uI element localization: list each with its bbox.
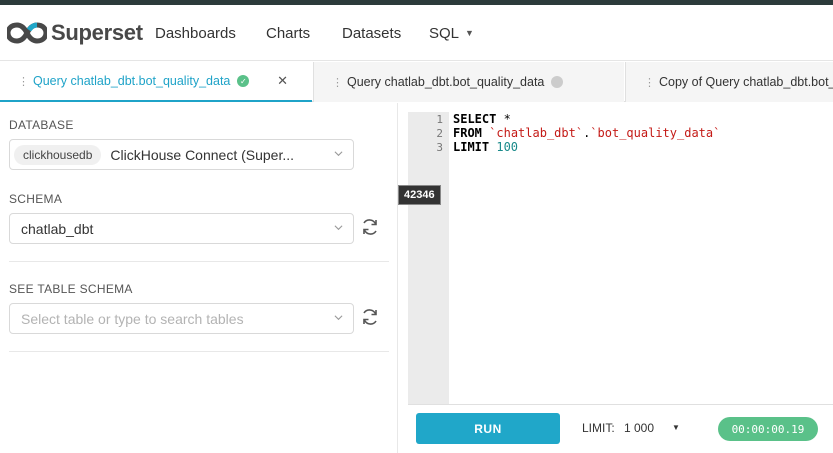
schema-value: chatlab_dbt <box>21 220 94 237</box>
refresh-schema-icon[interactable] <box>360 217 380 237</box>
tab-label: Query chatlab_dbt.bot_quality_data <box>33 74 231 88</box>
line-number: 1 <box>436 113 443 126</box>
sql-editor[interactable]: 1 2 3 SELECT * FROM `chatlab_dbt`.`bot_q… <box>408 112 833 404</box>
tab-query-3[interactable]: ⋮ Copy of Query chatlab_dbt.bot_quality_… <box>625 62 833 102</box>
close-icon[interactable]: ✕ <box>277 73 288 89</box>
schema-select[interactable]: chatlab_dbt <box>9 213 354 244</box>
table-select[interactable]: Select table or type to search tables <box>9 303 354 334</box>
query-tabs: ⋮ Query chatlab_dbt.bot_quality_data ✓ ✕… <box>0 62 833 102</box>
table-placeholder: Select table or type to search tables <box>21 310 244 327</box>
sql-number: 100 <box>496 140 519 154</box>
code-line: FROM `chatlab_dbt`.`bot_quality_data` <box>453 126 720 140</box>
sql-keyword: LIMIT <box>453 140 490 154</box>
resize-tooltip: 42346 <box>398 185 441 205</box>
caret-down-icon[interactable]: ▼ <box>672 423 680 432</box>
nav-dashboards[interactable]: Dashboards <box>155 5 236 61</box>
sql-keyword: SELECT <box>453 112 497 126</box>
nav-charts[interactable]: Charts <box>266 5 310 61</box>
limit-label: LIMIT: <box>582 421 615 435</box>
left-panel: DATABASE clickhousedb ClickHouse Connect… <box>0 103 398 453</box>
line-number: 2 <box>436 127 443 140</box>
query-timer: 00:00:00.19 <box>718 417 818 441</box>
tab-label: Copy of Query chatlab_dbt.bot_quality_da… <box>659 75 833 89</box>
nav-datasets[interactable]: Datasets <box>342 5 401 61</box>
table-schema-label: SEE TABLE SCHEMA <box>9 282 133 296</box>
caret-down-icon: ▼ <box>465 28 474 38</box>
brand-name: Superset <box>51 19 143 45</box>
superset-logo[interactable]: Superset <box>7 20 143 46</box>
drag-handle-icon[interactable]: ⋮ <box>644 76 655 89</box>
chevron-down-icon <box>334 151 343 157</box>
chevron-down-icon <box>334 315 343 321</box>
nav-sql[interactable]: SQL ▼ <box>429 5 474 61</box>
schema-label: SCHEMA <box>9 192 63 206</box>
drag-handle-icon[interactable]: ⋮ <box>332 76 343 89</box>
nav-sql-label: SQL <box>429 24 460 42</box>
database-label: DATABASE <box>9 118 74 132</box>
section-divider <box>9 261 389 262</box>
run-button[interactable]: RUN <box>416 413 560 444</box>
section-divider <box>9 351 389 352</box>
chevron-down-icon <box>334 225 343 231</box>
tab-label: Query chatlab_dbt.bot_quality_data <box>347 75 545 89</box>
sql-text: * <box>496 112 511 126</box>
line-number: 3 <box>436 141 443 154</box>
editor-bottom-bar: RUN LIMIT: 1 000 ▼ 00:00:00.19 <box>408 404 833 453</box>
code-line: LIMIT 100 <box>453 140 518 154</box>
sql-keyword: FROM <box>453 126 482 140</box>
limit-value[interactable]: 1 000 <box>624 421 654 435</box>
sql-identifier: `chatlab_dbt` <box>489 126 584 140</box>
tab-query-1[interactable]: ⋮ Query chatlab_dbt.bot_quality_data ✓ ✕ <box>0 62 312 102</box>
database-type-chip: clickhousedb <box>14 144 102 165</box>
line-number-gutter: 1 2 3 <box>408 112 449 404</box>
superset-logo-icon <box>7 21 47 44</box>
tab-query-2[interactable]: ⋮ Query chatlab_dbt.bot_quality_data <box>313 62 624 102</box>
success-check-icon: ✓ <box>237 75 250 87</box>
database-select[interactable]: clickhousedb ClickHouse Connect (Super..… <box>9 139 354 170</box>
code-line: SELECT * <box>453 112 511 126</box>
sql-identifier: `bot_quality_data` <box>590 126 721 140</box>
refresh-tables-icon[interactable] <box>360 307 380 327</box>
idle-status-icon <box>551 76 564 88</box>
database-value: ClickHouse Connect (Super... <box>110 146 295 163</box>
navbar: Superset Dashboards Charts Datasets SQL … <box>0 5 833 61</box>
drag-handle-icon[interactable]: ⋮ <box>18 75 29 88</box>
